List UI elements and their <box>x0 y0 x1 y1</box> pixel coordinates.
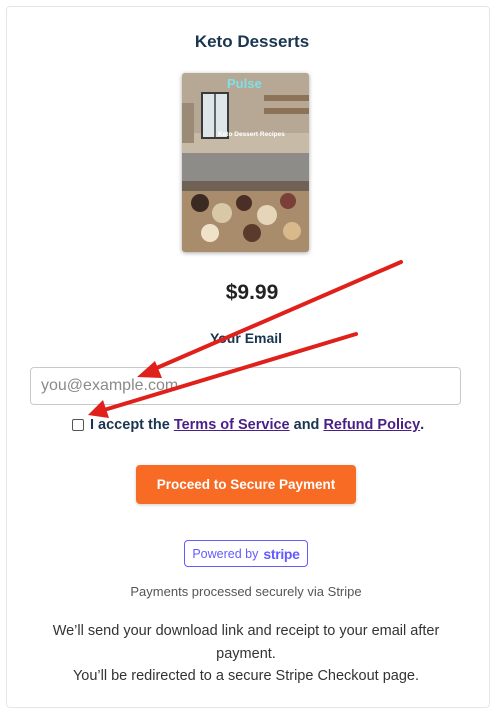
terms-of-service-link[interactable]: Terms of Service <box>174 417 290 433</box>
info-line-1: We’ll send your download link and receip… <box>52 623 440 662</box>
product-title: Keto Desserts <box>194 32 310 51</box>
product-price: $9.99 <box>225 281 279 304</box>
info-text: We’ll send your download link and receip… <box>40 620 452 688</box>
email-label: Your Email <box>209 330 283 346</box>
stripe-logo: stripe <box>263 545 300 562</box>
cover-heading: Keto Dessert Recipes <box>218 131 285 138</box>
powered-by-label: Powered by <box>192 546 259 561</box>
terms-prefix: I accept the <box>90 417 170 433</box>
terms-suffix: . <box>420 417 425 433</box>
refund-policy-link[interactable]: Refund Policy <box>323 417 420 433</box>
email-input[interactable] <box>30 367 461 405</box>
terms-row: I accept the Terms of Service and Refund… <box>72 416 424 434</box>
product-cover-image: Pulse Keto Dessert Recipes <box>182 73 309 252</box>
powered-by-stripe-badge[interactable]: Powered by stripe <box>184 540 308 567</box>
terms-and: and <box>293 417 320 433</box>
terms-checkbox[interactable] <box>72 419 84 431</box>
info-line-2: You’ll be redirected to a secure Stripe … <box>72 668 420 684</box>
secure-payment-note: Payments processed securely via Stripe <box>130 584 362 599</box>
cover-brand-text: Pulse <box>227 76 262 91</box>
proceed-to-payment-button[interactable]: Proceed to Secure Payment <box>136 465 356 504</box>
